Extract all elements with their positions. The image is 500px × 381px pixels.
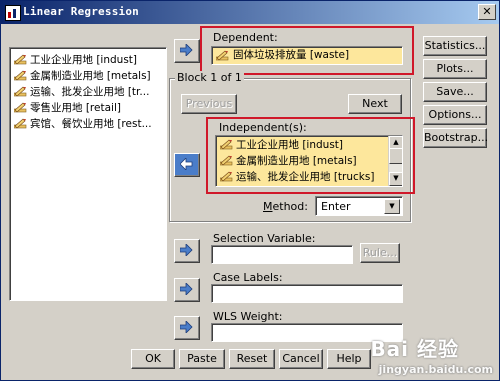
block-label: Block 1 of 1	[175, 71, 244, 84]
save-button[interactable]: Save...	[423, 82, 487, 102]
cancel-button[interactable]: Cancel	[279, 349, 323, 369]
help-button[interactable]: Help	[327, 349, 371, 369]
pencil-ruler-icon	[14, 54, 27, 65]
list-item-label: 金属制造业用地 [metals]	[236, 155, 357, 167]
previous-button[interactable]: Previous	[181, 94, 237, 114]
linear-regression-dialog: Linear Regression ✕ 工业企业用地 [indust] 金属制造…	[0, 0, 500, 381]
right-arrow-icon	[180, 283, 193, 295]
pencil-ruler-icon	[216, 50, 229, 61]
list-item-label: 运输、批发企业用地 [trucks]	[236, 171, 375, 183]
pencil-ruler-icon	[220, 171, 233, 182]
list-item[interactable]: 工业企业用地 [indust]	[216, 137, 402, 153]
selection-variable-label: Selection Variable:	[213, 232, 316, 245]
scroll-thumb[interactable]	[389, 148, 402, 164]
window-title: Linear Regression	[23, 5, 139, 18]
method-value: Enter	[321, 200, 351, 213]
paste-button[interactable]: Paste	[179, 349, 225, 369]
statistics-button[interactable]: Statistics...	[423, 36, 487, 56]
pencil-ruler-icon	[14, 102, 27, 113]
right-arrow-icon	[180, 321, 193, 333]
move-to-selection-button[interactable]	[174, 239, 200, 263]
list-item[interactable]: 运输、批发企业用地 [trucks]	[216, 169, 402, 185]
bootstrap-button[interactable]: Bootstrap...	[423, 128, 488, 148]
list-item-label: 工业企业用地 [indust]	[236, 139, 344, 151]
close-button[interactable]: ✕	[478, 4, 496, 20]
ok-button[interactable]: OK	[131, 349, 175, 369]
list-item[interactable]: 运输、批发企业用地 [tr...	[10, 84, 166, 100]
list-item[interactable]: 工业企业用地 [indust]	[10, 52, 166, 68]
pencil-ruler-icon	[14, 70, 27, 81]
list-item[interactable]: 金属制造业用地 [metals]	[10, 68, 166, 84]
independents-label: Independent(s):	[219, 121, 307, 134]
chevron-down-icon[interactable]: ▼	[384, 199, 400, 214]
case-labels-field[interactable]	[211, 284, 403, 303]
dependent-field[interactable]: 固体垃圾排放量 [waste]	[211, 46, 403, 65]
pencil-ruler-icon	[14, 86, 27, 97]
next-button[interactable]: Next	[348, 94, 402, 114]
move-to-case-labels-button[interactable]	[174, 278, 200, 302]
list-item[interactable]: 零售业用地 [retail]	[10, 100, 166, 116]
dependent-value: 固体垃圾排放量 [waste]	[233, 49, 350, 61]
pencil-ruler-icon	[220, 155, 233, 166]
list-item-label: 工业企业用地 [indust]	[30, 54, 138, 66]
list-item-label: 金属制造业用地 [metals]	[30, 70, 151, 82]
plots-button[interactable]: Plots...	[423, 59, 487, 79]
source-variable-list[interactable]: 工业企业用地 [indust] 金属制造业用地 [metals] 运输、批发企业…	[9, 47, 167, 301]
method-label: Method:	[263, 200, 308, 213]
dependent-label: Dependent:	[213, 31, 278, 44]
list-item-label: 宾馆、餐饮业用地 [rest...	[30, 118, 152, 130]
independents-list[interactable]: 工业企业用地 [indust] 金属制造业用地 [metals] 运输、批发企业…	[215, 135, 403, 187]
scroll-down-icon[interactable]: ▼	[389, 172, 402, 186]
list-item-label: 运输、批发企业用地 [tr...	[30, 86, 150, 98]
pencil-ruler-icon	[220, 139, 233, 150]
pencil-ruler-icon	[14, 118, 27, 129]
left-arrow-icon	[180, 158, 193, 170]
list-item[interactable]: 金属制造业用地 [metals]	[216, 153, 402, 169]
list-item-label: 零售业用地 [retail]	[30, 102, 121, 114]
rule-button[interactable]: Rule...	[360, 243, 400, 263]
move-to-independent-button[interactable]	[174, 153, 200, 177]
right-arrow-icon	[180, 44, 193, 56]
reset-button[interactable]: Reset	[229, 349, 275, 369]
move-to-wls-weight-button[interactable]	[174, 316, 200, 340]
watermark-url: jingyan.baidu.com	[378, 363, 493, 376]
independents-scrollbar[interactable]: ▲ ▼	[388, 136, 402, 186]
selection-variable-field[interactable]	[211, 245, 353, 264]
watermark-logo: Bai 经验	[370, 337, 459, 361]
wls-weight-label: WLS Weight:	[213, 310, 283, 323]
move-to-dependent-button[interactable]	[174, 39, 200, 63]
app-icon	[5, 5, 21, 21]
title-bar: Linear Regression ✕	[1, 1, 499, 24]
right-arrow-icon	[180, 244, 193, 256]
options-button[interactable]: Options...	[423, 105, 487, 125]
method-select[interactable]: Enter ▼	[315, 196, 403, 216]
case-labels-label: Case Labels:	[213, 271, 283, 284]
list-item[interactable]: 宾馆、餐饮业用地 [rest...	[10, 116, 166, 132]
